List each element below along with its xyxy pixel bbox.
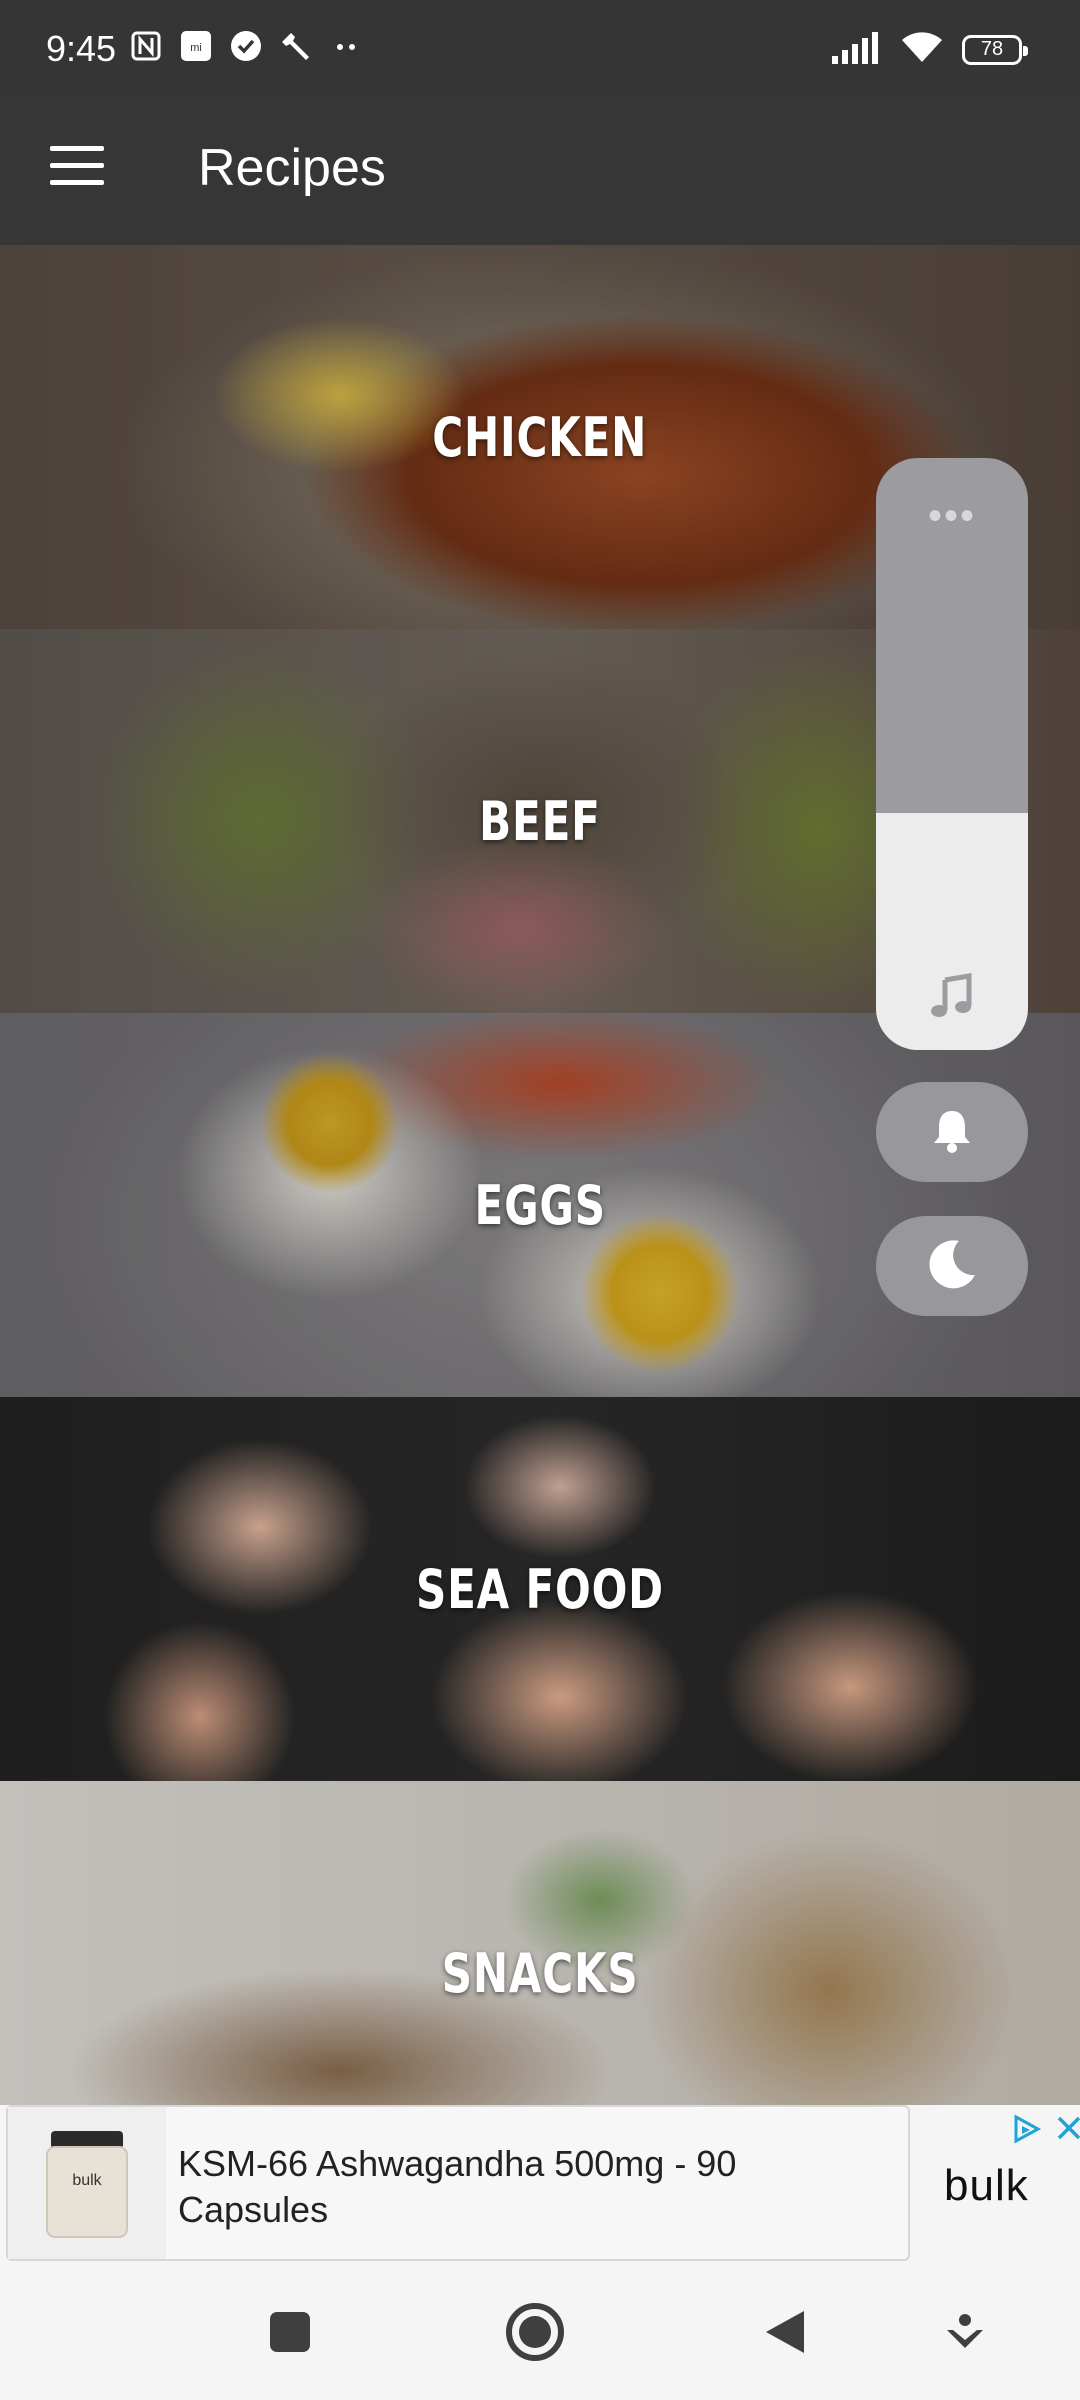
mi-icon: mi [178,28,214,64]
status-right-icons: 78 [830,30,1028,69]
do-not-disturb-button[interactable] [876,1216,1028,1316]
category-label: CHICKEN [432,405,648,469]
svg-text:mi: mi [190,42,202,54]
moon-icon [923,1235,981,1298]
status-time: 9:45 [46,28,117,69]
product-label: bulk [72,2172,102,2189]
hamburger-menu-icon[interactable] [50,146,104,186]
app-bar: Recipes [0,98,1080,245]
more-dots-icon [328,28,364,64]
navigation-bar [0,2265,1080,2400]
category-sea-food[interactable]: SEA FOOD [0,1397,1080,1781]
category-eggs[interactable]: EGGS [0,1013,1080,1397]
category-label: SEA FOOD [416,1557,664,1621]
bell-icon [925,1103,979,1162]
category-label: EGGS [474,1173,606,1237]
battery-icon: 78 [962,34,1028,65]
category-label: SNACKS [441,1941,639,2005]
check-circle-icon [228,28,264,64]
more-icon[interactable]: ••• [876,496,1028,536]
product-image: bulk [8,2107,166,2259]
close-icon[interactable] [1054,2113,1080,2150]
music-note-icon [876,972,1028,1022]
recents-square-icon[interactable] [255,2297,325,2367]
home-circle-icon[interactable] [500,2297,570,2367]
wrench-icon [278,28,314,64]
page-title: Recipes [198,139,386,197]
status-left-icons: mi [128,28,364,64]
adchoices-icon[interactable] [1010,2113,1042,2150]
category-snacks[interactable]: SNACKS [0,1781,1080,2105]
status-bar: 9:45 mi 78 [0,0,1080,98]
ad-text: KSM-66 Ashwagandha 500mg - 90 Capsules [178,2143,737,2230]
category-label: BEEF [479,789,601,853]
ad-banner[interactable]: bulk KSM-66 Ashwagandha 500mg - 90 Capsu… [0,2105,1080,2265]
ringer-button[interactable] [876,1082,1028,1182]
back-triangle-icon[interactable] [750,2297,820,2367]
signal-icon [830,30,882,69]
nfc-icon [128,28,164,64]
ad-brand: bulk [944,2161,1029,2210]
ad-card[interactable]: bulk KSM-66 Ashwagandha 500mg - 90 Capsu… [6,2105,910,2261]
volume-slider[interactable]: ••• [876,458,1028,1050]
ad-controls [1010,2113,1080,2150]
battery-level: 78 [980,38,1004,60]
wifi-icon [900,30,944,69]
assistant-icon[interactable] [930,2297,1000,2367]
